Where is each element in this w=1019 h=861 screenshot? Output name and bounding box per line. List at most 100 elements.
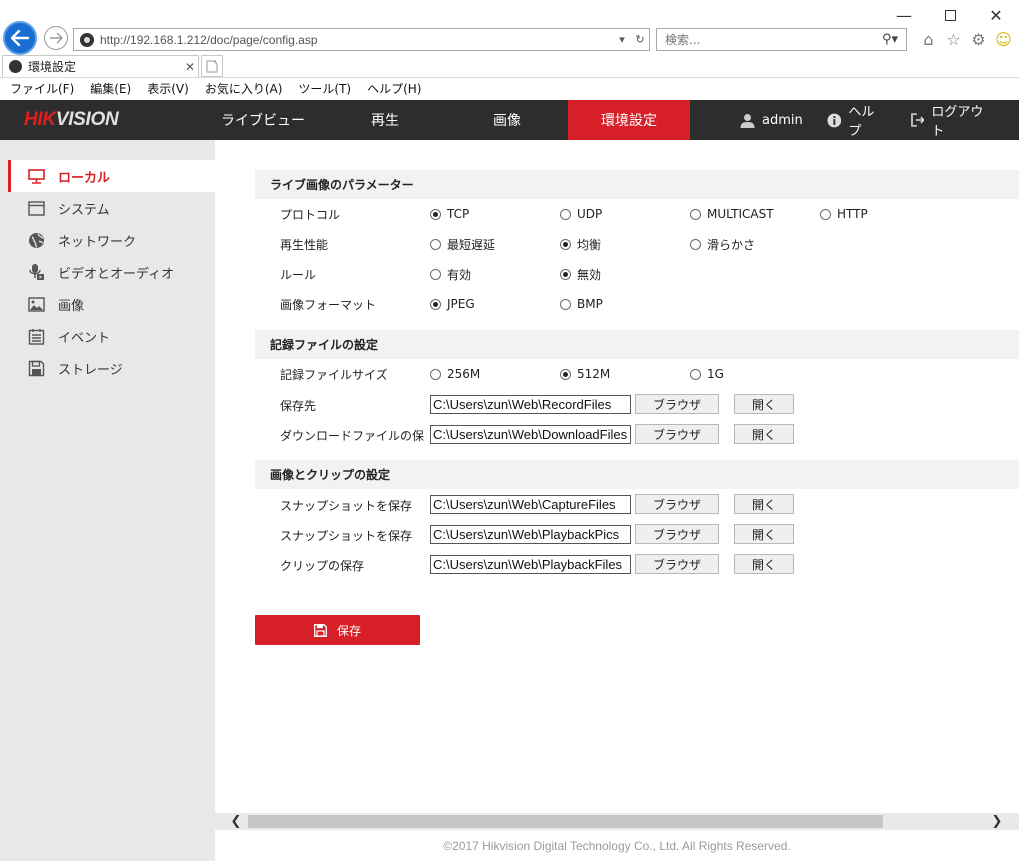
monitor-icon	[28, 168, 45, 184]
format-jpeg-radio[interactable]: JPEG	[430, 293, 475, 315]
menu-tools[interactable]: ツール(T)	[298, 80, 351, 97]
floppy-disk-icon	[314, 623, 327, 637]
nav-picture[interactable]: 画像	[446, 100, 568, 140]
close-window-icon[interactable]: ✕	[973, 0, 1019, 30]
image-format-label: 画像フォーマット	[280, 297, 377, 312]
forward-button[interactable]	[44, 26, 68, 50]
sidebar-item-event[interactable]: イベント	[8, 320, 215, 352]
microphone-video-icon	[29, 264, 44, 280]
search-input[interactable]	[665, 32, 874, 47]
sidebar-item-storage[interactable]: ストレージ	[8, 352, 215, 384]
size-1g-radio[interactable]: 1G	[690, 363, 724, 385]
arrow-right-icon	[50, 32, 63, 44]
nav-playback[interactable]: 再生	[324, 100, 446, 140]
playback-files-path-field[interactable]: C:\Users\zun\Web\PlaybackFiles	[430, 555, 631, 574]
size-512m-radio[interactable]: 512M	[560, 363, 610, 385]
config-content: ライブ画像のパラメーター プロトコル TCP UDP MULTICAST HTT…	[215, 140, 1019, 813]
open-button[interactable]: 開く	[734, 494, 794, 514]
rule-enable-radio[interactable]: 有効	[430, 263, 471, 285]
logout-link[interactable]: ログアウト	[910, 101, 995, 139]
tab-title: 環境設定	[28, 60, 77, 74]
sidebar-item-label: システム	[58, 202, 110, 218]
record-path-field[interactable]: C:\Users\zun\Web\RecordFiles	[430, 395, 631, 414]
minimize-icon[interactable]: —	[881, 0, 927, 30]
horizontal-scrollbar[interactable]: ❮ ❯	[215, 813, 1019, 830]
scroll-left-icon[interactable]: ❮	[225, 813, 247, 830]
favorites-star-icon[interactable]: ☆	[943, 28, 964, 50]
image-icon	[28, 296, 45, 312]
open-button[interactable]: 開く	[734, 394, 794, 414]
dropdown-icon[interactable]: ▾	[613, 33, 631, 46]
user-icon	[740, 113, 755, 128]
hikvision-logo: HIKVISION	[24, 109, 119, 130]
sidebar-item-image[interactable]: 画像	[8, 288, 215, 320]
new-tab-button[interactable]	[201, 55, 223, 77]
header-user-area: admin ヘルプ ログアウト	[740, 100, 1019, 140]
tab-favicon	[9, 60, 22, 73]
playback-pics-path-field[interactable]: C:\Users\zun\Web\PlaybackPics	[430, 525, 631, 544]
capture-path-field[interactable]: C:\Users\zun\Web\CaptureFiles	[430, 495, 631, 514]
menu-file[interactable]: ファイル(F)	[10, 80, 74, 97]
open-button[interactable]: 開く	[734, 424, 794, 444]
scrollbar-thumb[interactable]	[248, 815, 883, 828]
protocol-multicast-radio[interactable]: MULTICAST	[690, 203, 774, 225]
address-bar[interactable]: http://192.168.1.212/doc/page/config.asp…	[73, 28, 650, 51]
browse-button[interactable]: ブラウザ	[635, 424, 719, 444]
sidebar-item-system[interactable]: システム	[8, 192, 215, 224]
window-controls: — ✕	[881, 0, 1019, 30]
menu-favorites[interactable]: お気に入り(A)	[205, 80, 283, 97]
performance-balanced-radio[interactable]: 均衡	[560, 233, 601, 255]
nav-live-view[interactable]: ライブビュー	[202, 100, 324, 140]
floppy-disk-icon	[28, 360, 45, 376]
open-button[interactable]: 開く	[734, 524, 794, 544]
gear-icon[interactable]: ⚙	[968, 28, 989, 50]
snapshot-live-label: スナップショットを保存	[280, 498, 413, 513]
performance-latency-radio[interactable]: 最短遅延	[430, 233, 495, 255]
home-icon[interactable]: ⌂	[918, 28, 939, 50]
save-button[interactable]: 保存	[255, 615, 420, 645]
browse-button[interactable]: ブラウザ	[635, 524, 719, 544]
section-live-params: ライブ画像のパラメーター	[255, 170, 1019, 199]
performance-smooth-radio[interactable]: 滑らかさ	[690, 233, 755, 255]
protocol-tcp-radio[interactable]: TCP	[430, 203, 469, 225]
sidebar-item-local[interactable]: ローカル	[8, 160, 215, 192]
scroll-right-icon[interactable]: ❯	[986, 813, 1008, 830]
menu-help[interactable]: ヘルプ(H)	[367, 80, 421, 97]
user-menu[interactable]: admin	[740, 113, 803, 128]
rule-disable-radio[interactable]: 無効	[560, 263, 601, 285]
snapshot-playback-label: スナップショットを保存	[280, 528, 413, 543]
tab-close-icon[interactable]: ✕	[182, 60, 198, 74]
maximize-icon[interactable]	[927, 0, 973, 30]
sidebar-item-label: ストレージ	[58, 362, 123, 378]
search-icon[interactable]: ⚲▾	[874, 32, 906, 47]
browse-button[interactable]: ブラウザ	[635, 394, 719, 414]
size-256m-radio[interactable]: 256M	[430, 363, 480, 385]
menu-view[interactable]: 表示(V)	[147, 80, 189, 97]
download-path-field[interactable]: C:\Users\zun\Web\DownloadFiles	[430, 425, 631, 444]
feedback-smiley-icon[interactable]: ☺	[993, 28, 1014, 50]
browse-button[interactable]: ブラウザ	[635, 554, 719, 574]
sidebar-item-label: 画像	[58, 298, 85, 314]
sidebar-item-label: ネットワーク	[58, 234, 137, 250]
open-button[interactable]: 開く	[734, 554, 794, 574]
help-link[interactable]: ヘルプ	[827, 101, 887, 139]
search-box[interactable]: ⚲▾	[656, 28, 907, 51]
browser-toolbar-icons: ⌂ ☆ ⚙ ☺	[918, 28, 1014, 50]
protocol-label: プロトコル	[280, 207, 341, 222]
browse-button[interactable]: ブラウザ	[635, 494, 719, 514]
nav-configuration[interactable]: 環境設定	[568, 100, 690, 140]
address-url[interactable]: http://192.168.1.212/doc/page/config.asp	[100, 33, 613, 47]
back-button[interactable]	[3, 21, 37, 55]
copyright-footer: ©2017 Hikvision Digital Technology Co., …	[215, 830, 1019, 861]
refresh-icon[interactable]: ↻	[631, 33, 649, 46]
menu-edit[interactable]: 編集(E)	[90, 80, 131, 97]
logout-icon	[910, 113, 925, 127]
section-record-settings: 記録ファイルの設定	[255, 330, 1019, 359]
clips-label: クリップの保存	[280, 558, 365, 573]
sidebar-item-network[interactable]: ネットワーク	[8, 224, 215, 256]
format-bmp-radio[interactable]: BMP	[560, 293, 603, 315]
browser-tab[interactable]: 環境設定 ✕	[2, 55, 199, 77]
protocol-udp-radio[interactable]: UDP	[560, 203, 602, 225]
sidebar-item-video-audio[interactable]: ビデオとオーディオ	[8, 256, 215, 288]
protocol-http-radio[interactable]: HTTP	[820, 203, 868, 225]
